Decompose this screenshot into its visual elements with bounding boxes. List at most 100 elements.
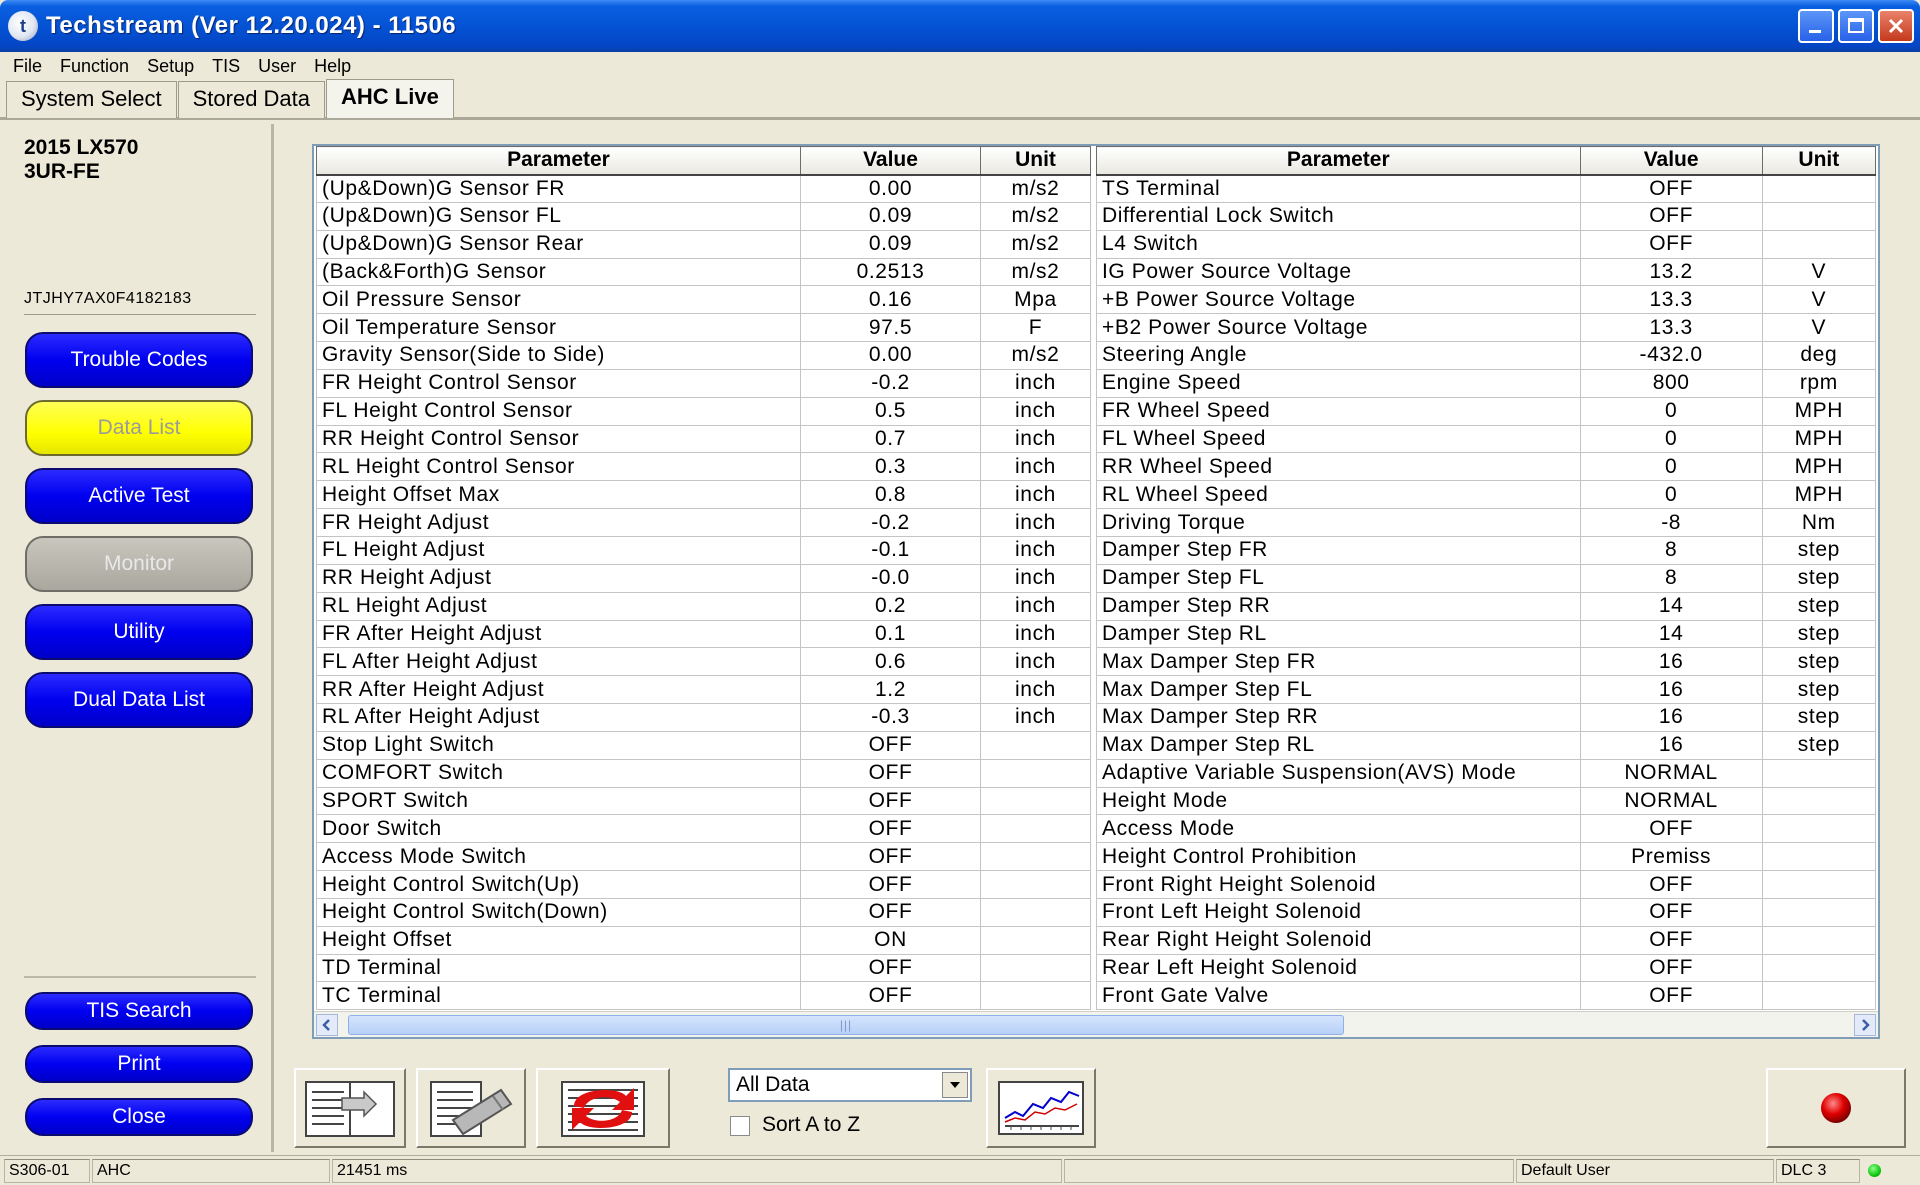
graph-button[interactable]	[986, 1068, 1096, 1148]
column-header-unit[interactable]: Unit	[1761, 146, 1877, 176]
table-row[interactable]: +B2 Power Source Voltage 13.3 V	[1096, 313, 1877, 343]
table-row[interactable]: Access Mode OFF	[1096, 814, 1877, 844]
dropdown-arrow[interactable]	[942, 1072, 968, 1098]
table-row[interactable]: Height Mode NORMAL	[1096, 786, 1877, 816]
table-row[interactable]: FL Wheel Speed 0 MPH	[1096, 424, 1877, 454]
table-row[interactable]: Rear Right Height Solenoid OFF	[1096, 925, 1877, 955]
table-row[interactable]: Front Left Height Solenoid OFF	[1096, 897, 1877, 927]
table-row[interactable]: (Up&Down)G Sensor FR 0.00 m/s2	[316, 174, 1091, 203]
table-row[interactable]: RR Height Adjust -0.0 inch	[316, 563, 1091, 593]
table-row[interactable]: L4 Switch OFF	[1096, 229, 1877, 259]
techstream-app-icon[interactable]: t	[8, 11, 38, 41]
column-header-unit[interactable]: Unit	[980, 146, 1091, 176]
column-header-value[interactable]: Value	[1579, 146, 1763, 176]
table-row[interactable]: RL Height Control Sensor 0.3 inch	[316, 452, 1091, 482]
column-header-value[interactable]: Value	[800, 146, 981, 176]
table-row[interactable]: Stop Light Switch OFF	[316, 730, 1091, 760]
close-button[interactable]: Close	[25, 1098, 253, 1136]
table-row[interactable]: Max Damper Step FL 16 step	[1096, 675, 1877, 705]
menu-help[interactable]: Help	[305, 56, 360, 77]
table-row[interactable]: Front Right Height Solenoid OFF	[1096, 870, 1877, 899]
table-row[interactable]: Max Damper Step RL 16 step	[1096, 730, 1877, 760]
menu-file[interactable]: File	[4, 56, 51, 77]
table-row[interactable]: Driving Torque -8 Nm	[1096, 508, 1877, 537]
table-row[interactable]: Max Damper Step FR 16 step	[1096, 647, 1877, 677]
list-select-button[interactable]	[294, 1068, 406, 1148]
sort-a-to-z-checkbox[interactable]	[730, 1116, 750, 1136]
table-row[interactable]: Access Mode Switch OFF	[316, 842, 1091, 872]
table-row[interactable]: Differential Lock Switch OFF	[1096, 201, 1877, 231]
table-row[interactable]: RR Height Control Sensor 0.7 inch	[316, 424, 1091, 454]
table-row[interactable]: SPORT Switch OFF	[316, 786, 1091, 816]
column-header-parameter[interactable]: Parameter	[316, 146, 801, 176]
table-row[interactable]: Max Damper Step RR 16 step	[1096, 703, 1877, 732]
table-row[interactable]: RR After Height Adjust 1.2 inch	[316, 675, 1091, 705]
print-button[interactable]: Print	[25, 1045, 253, 1083]
table-row[interactable]: FR Height Control Sensor -0.2 inch	[316, 368, 1091, 398]
table-row[interactable]: (Back&Forth)G Sensor 0.2513 m/s2	[316, 257, 1091, 287]
table-row[interactable]: Height Control Prohibition Premiss	[1096, 842, 1877, 872]
menu-function[interactable]: Function	[51, 56, 138, 77]
table-row[interactable]: Steering Angle -432.0 deg	[1096, 341, 1877, 370]
tis-search-button[interactable]: TIS Search	[25, 992, 253, 1030]
table-row[interactable]: Oil Pressure Sensor 0.16 Mpa	[316, 285, 1091, 315]
record-button[interactable]	[1766, 1068, 1906, 1148]
menu-setup[interactable]: Setup	[138, 56, 203, 77]
tab-system-select[interactable]: System Select	[6, 81, 177, 118]
table-row[interactable]: (Up&Down)G Sensor FL 0.09 m/s2	[316, 201, 1091, 231]
table-row[interactable]: Damper Step FR 8 step	[1096, 535, 1877, 565]
table-row[interactable]: COMFORT Switch OFF	[316, 758, 1091, 788]
maximize-button[interactable]	[1838, 9, 1874, 43]
data-list-button[interactable]: Data List	[25, 400, 253, 456]
table-row[interactable]: FL Height Control Sensor 0.5 inch	[316, 396, 1091, 426]
menu-tis[interactable]: TIS	[203, 56, 249, 77]
trouble-codes-button[interactable]: Trouble Codes	[25, 332, 253, 388]
table-row[interactable]: FR Wheel Speed 0 MPH	[1096, 396, 1877, 426]
table-row[interactable]: TD Terminal OFF	[316, 953, 1091, 983]
swap-data-button[interactable]	[536, 1068, 670, 1148]
table-row[interactable]: RR Wheel Speed 0 MPH	[1096, 452, 1877, 482]
table-row[interactable]: Engine Speed 800 rpm	[1096, 368, 1877, 398]
table-row[interactable]: TC Terminal OFF	[316, 981, 1091, 1011]
menu-user[interactable]: User	[249, 56, 305, 77]
table-row[interactable]: FR After Height Adjust 0.1 inch	[316, 619, 1091, 649]
table-row[interactable]: Height Offset ON	[316, 925, 1091, 955]
table-row[interactable]: (Up&Down)G Sensor Rear 0.09 m/s2	[316, 229, 1091, 259]
table-row[interactable]: FR Height Adjust -0.2 inch	[316, 508, 1091, 537]
table-row[interactable]: Adaptive Variable Suspension(AVS) Mode NO…	[1096, 758, 1877, 788]
table-row[interactable]: Damper Step RL 14 step	[1096, 619, 1877, 649]
minimize-button[interactable]	[1798, 9, 1834, 43]
table-row[interactable]: Gravity Sensor(Side to Side) 0.00 m/s2	[316, 341, 1091, 370]
data-filter-dropdown[interactable]: All Data	[728, 1068, 972, 1102]
close-window-button[interactable]	[1878, 9, 1914, 43]
table-row[interactable]: Rear Left Height Solenoid OFF	[1096, 953, 1877, 983]
table-row[interactable]: Height Offset Max 0.8 inch	[316, 480, 1091, 510]
table-row[interactable]: FL Height Adjust -0.1 inch	[316, 535, 1091, 565]
table-row[interactable]: TS Terminal OFF	[1096, 174, 1877, 203]
table-row[interactable]: RL Height Adjust 0.2 inch	[316, 591, 1091, 621]
table-row[interactable]: Height Control Switch(Up) OFF	[316, 870, 1091, 899]
table-row[interactable]: Front Gate Valve OFF	[1096, 981, 1877, 1011]
table-row[interactable]: Damper Step RR 14 step	[1096, 591, 1877, 621]
table-row[interactable]: FL After Height Adjust 0.6 inch	[316, 647, 1091, 677]
table-row[interactable]: Oil Temperature Sensor 97.5 F	[316, 313, 1091, 343]
active-test-button[interactable]: Active Test	[25, 468, 253, 524]
scrollbar-thumb[interactable]: |||	[348, 1015, 1344, 1035]
tab-stored-data[interactable]: Stored Data	[177, 81, 326, 118]
table-row[interactable]: RL After Height Adjust -0.3 inch	[316, 703, 1091, 732]
scroll-left-button[interactable]	[316, 1014, 338, 1036]
dual-data-list-button[interactable]: Dual Data List	[25, 672, 253, 728]
column-header-parameter[interactable]: Parameter	[1096, 146, 1581, 176]
horizontal-scrollbar[interactable]: |||	[314, 1011, 1878, 1037]
scroll-right-button[interactable]	[1854, 1014, 1876, 1036]
snapshot-button[interactable]	[416, 1068, 526, 1148]
table-row[interactable]: RL Wheel Speed 0 MPH	[1096, 480, 1877, 510]
tab-ahc-live[interactable]: AHC Live	[326, 79, 454, 118]
monitor-button[interactable]: Monitor	[25, 536, 253, 592]
table-row[interactable]: Door Switch OFF	[316, 814, 1091, 844]
table-row[interactable]: IG Power Source Voltage 13.2 V	[1096, 257, 1877, 287]
table-row[interactable]: +B Power Source Voltage 13.3 V	[1096, 285, 1877, 315]
table-row[interactable]: Height Control Switch(Down) OFF	[316, 897, 1091, 927]
table-row[interactable]: Damper Step FL 8 step	[1096, 563, 1877, 593]
utility-button[interactable]: Utility	[25, 604, 253, 660]
